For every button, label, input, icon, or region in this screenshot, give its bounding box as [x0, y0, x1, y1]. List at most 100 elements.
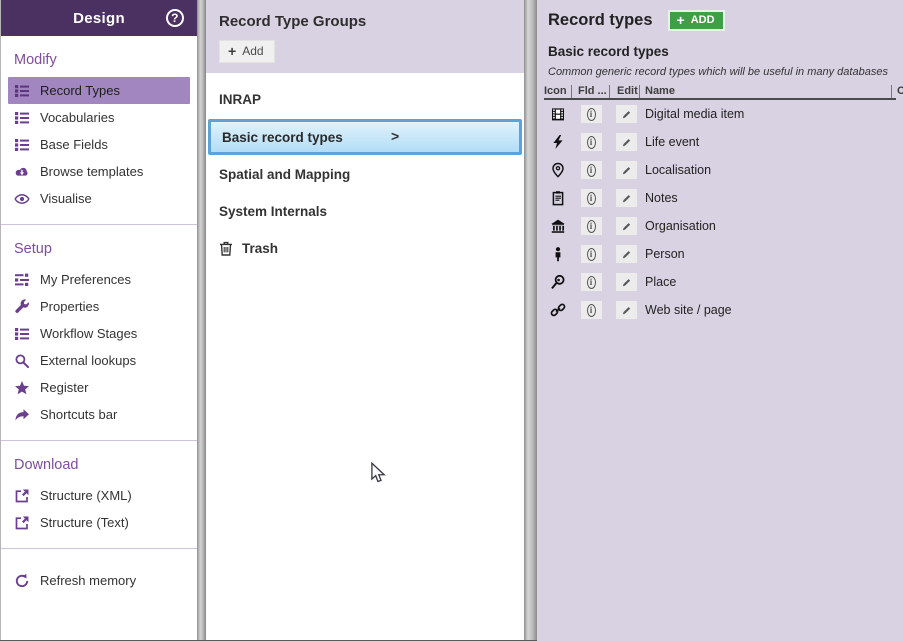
info-icon: i	[587, 220, 596, 233]
table-row[interactable]: i Web site / page	[544, 296, 896, 324]
column-header-edit: Edit	[610, 85, 640, 98]
table-row[interactable]: i Life event	[544, 128, 896, 156]
info-button[interactable]: i	[581, 217, 602, 235]
trash-icon	[219, 241, 233, 256]
refresh-icon	[14, 573, 30, 589]
group-item-label: System Internals	[219, 204, 327, 219]
info-button[interactable]: i	[581, 161, 602, 179]
chevron-right-icon: >	[391, 128, 399, 144]
table-row[interactable]: i Localisation	[544, 156, 896, 184]
record-types-table: Icon Fld ... Edit Name C i Digital media…	[544, 85, 896, 324]
sidebar-item-label: My Preferences	[40, 272, 131, 287]
sidebar-item-my-preferences[interactable]: My Preferences	[1, 266, 197, 293]
sidebar-item-record-types[interactable]: Record Types	[8, 77, 190, 104]
info-icon: i	[587, 248, 596, 261]
info-button[interactable]: i	[581, 189, 602, 207]
cloud-download-icon	[14, 164, 30, 180]
sidebar-item-label: Vocabularies	[40, 110, 114, 125]
film-icon	[550, 106, 566, 122]
sidebar-item-external-lookups[interactable]: External lookups	[1, 347, 197, 374]
group-item-basic-record-types[interactable]: Basic record types >	[208, 119, 522, 155]
section-download: Download Structure (XML) Structure (Text…	[1, 441, 197, 549]
pencil-icon	[622, 248, 631, 261]
sidebar-item-structure-xml[interactable]: Structure (XML)	[1, 482, 197, 509]
info-button[interactable]: i	[581, 133, 602, 151]
plus-icon: +	[677, 14, 685, 26]
types-panel-title-row: Record types + ADD	[544, 10, 903, 31]
place-pin-icon	[550, 274, 566, 290]
edit-button[interactable]	[616, 133, 637, 151]
add-record-type-label: ADD	[691, 14, 715, 26]
pencil-icon	[622, 164, 631, 177]
clipboard-icon	[550, 190, 566, 206]
plus-icon: +	[228, 45, 236, 57]
pencil-icon	[622, 136, 631, 149]
info-button[interactable]: i	[581, 245, 602, 263]
edit-button[interactable]	[616, 273, 637, 291]
table-row[interactable]: i Place	[544, 268, 896, 296]
info-icon: i	[587, 108, 596, 121]
sidebar-item-properties[interactable]: Properties	[1, 293, 197, 320]
table-row[interactable]: i Digital media item	[544, 100, 896, 128]
edit-button[interactable]	[616, 217, 637, 235]
list-icon	[14, 83, 30, 99]
record-type-name: Notes	[640, 191, 896, 205]
edit-button[interactable]	[616, 161, 637, 179]
sidebar-item-vocabularies[interactable]: Vocabularies	[1, 104, 197, 131]
info-button[interactable]: i	[581, 301, 602, 319]
sidebar-item-visualise[interactable]: Visualise	[1, 185, 197, 212]
record-type-name: Person	[640, 247, 896, 261]
table-row[interactable]: i Organisation	[544, 212, 896, 240]
edit-button[interactable]	[616, 105, 637, 123]
record-type-name: Life event	[640, 135, 896, 149]
person-icon	[550, 246, 566, 262]
group-item-spatial-and-mapping[interactable]: Spatial and Mapping	[206, 156, 524, 193]
group-item-system-internals[interactable]: System Internals	[206, 193, 524, 230]
sidebar-item-label: Workflow Stages	[40, 326, 137, 341]
bank-icon	[550, 218, 566, 234]
column-header-truncated: C	[891, 85, 903, 98]
list-icon	[14, 137, 30, 153]
sliders-icon	[14, 272, 30, 288]
edit-button[interactable]	[616, 189, 637, 207]
section-setup: Setup My Preferences Properties Workflow…	[1, 225, 197, 441]
sidebar-item-label: Browse templates	[40, 164, 143, 179]
sidebar-item-shortcuts-bar[interactable]: Shortcuts bar	[1, 401, 197, 428]
group-item-inrap[interactable]: INRAP	[206, 81, 524, 118]
sidebar-item-workflow-stages[interactable]: Workflow Stages	[1, 320, 197, 347]
sidebar-item-structure-text[interactable]: Structure (Text)	[1, 509, 197, 536]
edit-button[interactable]	[616, 245, 637, 263]
sidebar-item-label: Visualise	[40, 191, 92, 206]
search-icon	[14, 353, 30, 369]
pencil-icon	[622, 192, 631, 205]
info-button[interactable]: i	[581, 105, 602, 123]
design-sidebar: Design ? Modify Record Types Vocabularie…	[0, 0, 197, 641]
add-group-button[interactable]: + Add	[219, 40, 275, 63]
info-button[interactable]: i	[581, 273, 602, 291]
sidebar-item-base-fields[interactable]: Base Fields	[1, 131, 197, 158]
sidebar-item-refresh-memory[interactable]: Refresh memory	[1, 567, 197, 594]
wrench-icon	[14, 299, 30, 315]
pencil-icon	[622, 304, 631, 317]
help-icon[interactable]: ?	[166, 9, 184, 27]
section-heading-modify: Modify	[1, 44, 197, 77]
groups-panel-header: Record Type Groups + Add	[206, 0, 524, 73]
groups-panel-title: Record Type Groups	[219, 13, 512, 30]
record-type-groups-panel: Record Type Groups + Add INRAP Basic rec…	[206, 0, 524, 641]
sidebar-item-browse-templates[interactable]: Browse templates	[1, 158, 197, 185]
table-row[interactable]: i Person	[544, 240, 896, 268]
splitter-left[interactable]	[197, 0, 206, 641]
column-header-fields: Fld ...	[572, 85, 610, 98]
add-record-type-button[interactable]: + ADD	[668, 10, 725, 31]
sidebar-item-label: Shortcuts bar	[40, 407, 117, 422]
splitter-right[interactable]	[524, 0, 537, 641]
add-group-label: Add	[242, 44, 263, 58]
section-modify: Modify Record Types Vocabularies Base Fi…	[1, 36, 197, 225]
edit-button[interactable]	[616, 301, 637, 319]
sidebar-item-register[interactable]: Register	[1, 374, 197, 401]
pencil-icon	[622, 108, 631, 121]
eye-icon	[14, 191, 30, 207]
group-item-trash[interactable]: Trash	[206, 230, 524, 267]
section-refresh: Refresh memory	[1, 549, 197, 606]
table-row[interactable]: i Notes	[544, 184, 896, 212]
